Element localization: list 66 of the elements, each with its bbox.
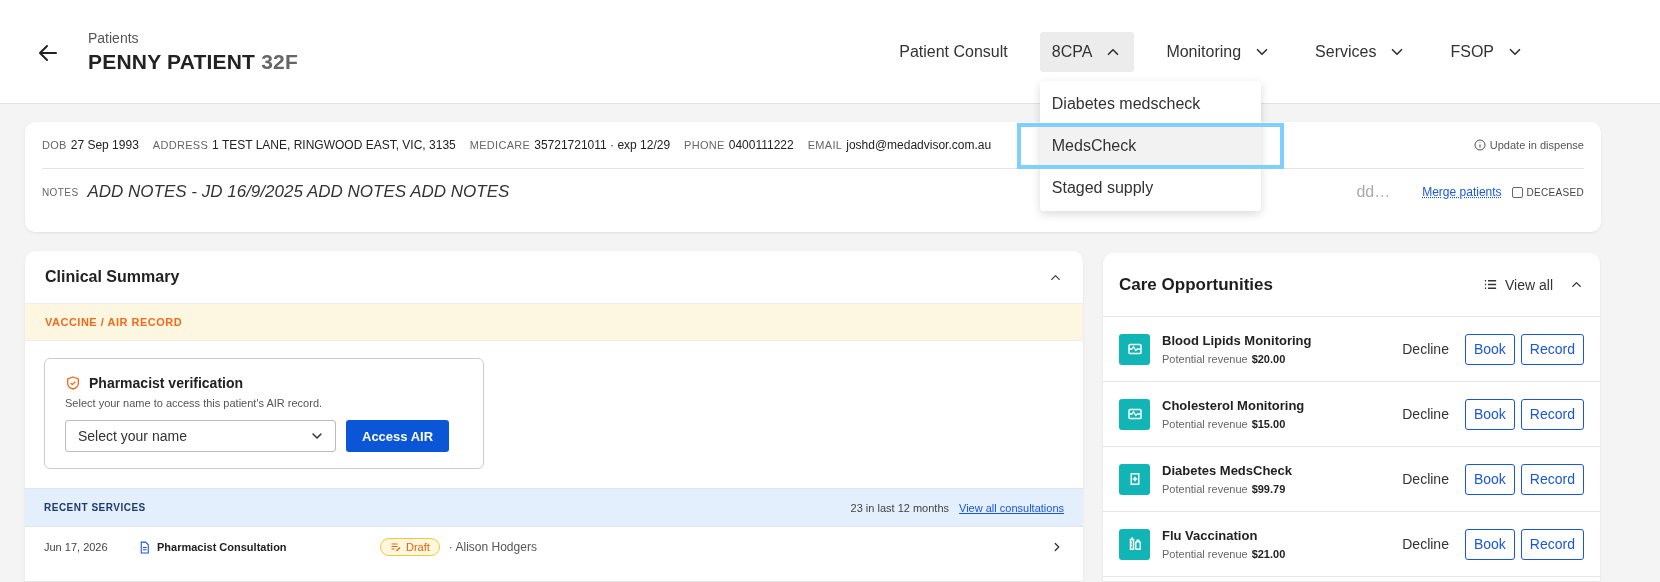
view-all-link[interactable]: View all consultations — [959, 501, 1064, 514]
revenue-text: Potential revenue $99.79 — [1162, 483, 1287, 495]
medicine-box-icon — [1119, 463, 1150, 495]
revenue-text: Potential revenue $21.00 — [1162, 548, 1286, 560]
vaccine-icon — [1119, 528, 1150, 560]
patient-detail: MEDICARE 35721721011 · exp 12/29 — [469, 138, 671, 152]
notes-text[interactable]: ADD NOTES - JD 16/9/2025 ADD NOTES ADD NOTES — [87, 182, 510, 202]
section-title: VACCINE / AIR RECORD — [45, 316, 183, 328]
notes-label: NOTES — [42, 186, 79, 198]
document-icon — [138, 540, 151, 554]
card-title: Clinical Summary — [45, 268, 180, 286]
patient-detail: PHONE 0400111222 — [684, 138, 794, 152]
decline-button[interactable]: Decline — [1402, 536, 1449, 552]
nav-menu[interactable]: Monitoring — [1154, 31, 1284, 72]
card-title: Care Opportunities — [1119, 274, 1273, 295]
monitor-icon — [1119, 398, 1150, 430]
nav-menu[interactable]: FSOP — [1438, 31, 1536, 72]
view-all-button[interactable]: View all — [1483, 276, 1553, 293]
decline-button[interactable]: Decline — [1402, 406, 1449, 422]
list-icon — [1483, 277, 1498, 292]
menu-item[interactable]: MedsCheck — [1039, 126, 1261, 165]
service-author: · Alison Hodgers — [448, 540, 537, 554]
notes-hint: dd… — [1356, 183, 1391, 201]
nav-menu[interactable]: 8CPA — [1039, 31, 1135, 72]
record-button[interactable]: Record — [1520, 463, 1584, 495]
panel-hint: Select your name to access this patient's AIR record. — [65, 397, 323, 409]
shield-check-icon — [65, 375, 81, 391]
record-button[interactable]: Record — [1520, 333, 1584, 365]
checkbox-label: DECEASED — [1526, 186, 1584, 198]
book-button[interactable]: Book — [1464, 528, 1515, 560]
book-button[interactable]: Book — [1464, 333, 1515, 365]
service-name[interactable]: Pharmacist Consultation — [157, 541, 287, 553]
merge-link[interactable]: Merge patients — [1422, 185, 1502, 199]
patient-detail: EMAIL joshd@medadvisor.com.au — [807, 138, 992, 152]
update-link[interactable]: Update in dispense — [1473, 139, 1584, 151]
opportunity-name: Diabetes MedsCheck — [1162, 463, 1293, 478]
revenue-text: Potential revenue $15.00 — [1162, 418, 1287, 430]
opportunity-name: Blood Lipids Monitoring — [1162, 333, 1312, 348]
record-button[interactable]: Record — [1520, 528, 1584, 560]
patient-detail: DOB 27 Sep 1993 — [42, 138, 139, 152]
book-button[interactable]: Book — [1464, 398, 1515, 430]
nav-menu[interactable]: Services — [1303, 31, 1419, 72]
monitor-icon — [1119, 333, 1150, 365]
draft-icon — [390, 541, 402, 553]
nav-link[interactable]: Patient Consult — [887, 31, 1020, 72]
service-date: Jun 17, 2026 — [44, 541, 109, 553]
breadcrumb-link[interactable]: Patients — [88, 30, 139, 46]
services-count: 23 in last 12 months — [850, 501, 950, 514]
info-icon — [1473, 139, 1486, 151]
status-badge: Draft — [380, 538, 440, 556]
menu-item[interactable]: Staged supply — [1039, 168, 1261, 207]
opportunity-name: Cholesterol Monitoring — [1162, 398, 1305, 413]
deceased-checkbox[interactable] — [1511, 186, 1523, 198]
record-button[interactable]: Record — [1520, 398, 1584, 430]
menu-item[interactable]: Diabetes medscheck — [1039, 84, 1261, 123]
opportunity-name: Flu Vaccination — [1162, 528, 1259, 543]
patient-detail: ADDRESS 1 TEST LANE, RINGWOOD EAST, VIC, 3135 — [152, 138, 456, 152]
patient-name: PENNY PATIENT 32F — [88, 50, 298, 74]
decline-button[interactable]: Decline — [1402, 341, 1449, 357]
panel-title: Pharmacist verification — [89, 375, 244, 391]
revenue-text: Potential revenue $20.00 — [1162, 353, 1287, 365]
section-title: RECENT SERVICES — [44, 502, 146, 513]
decline-button[interactable]: Decline — [1402, 471, 1449, 487]
book-button[interactable]: Book — [1464, 463, 1515, 495]
access-button[interactable]: Access AIR — [346, 420, 450, 452]
name-select[interactable]: Select your name — [65, 420, 336, 452]
